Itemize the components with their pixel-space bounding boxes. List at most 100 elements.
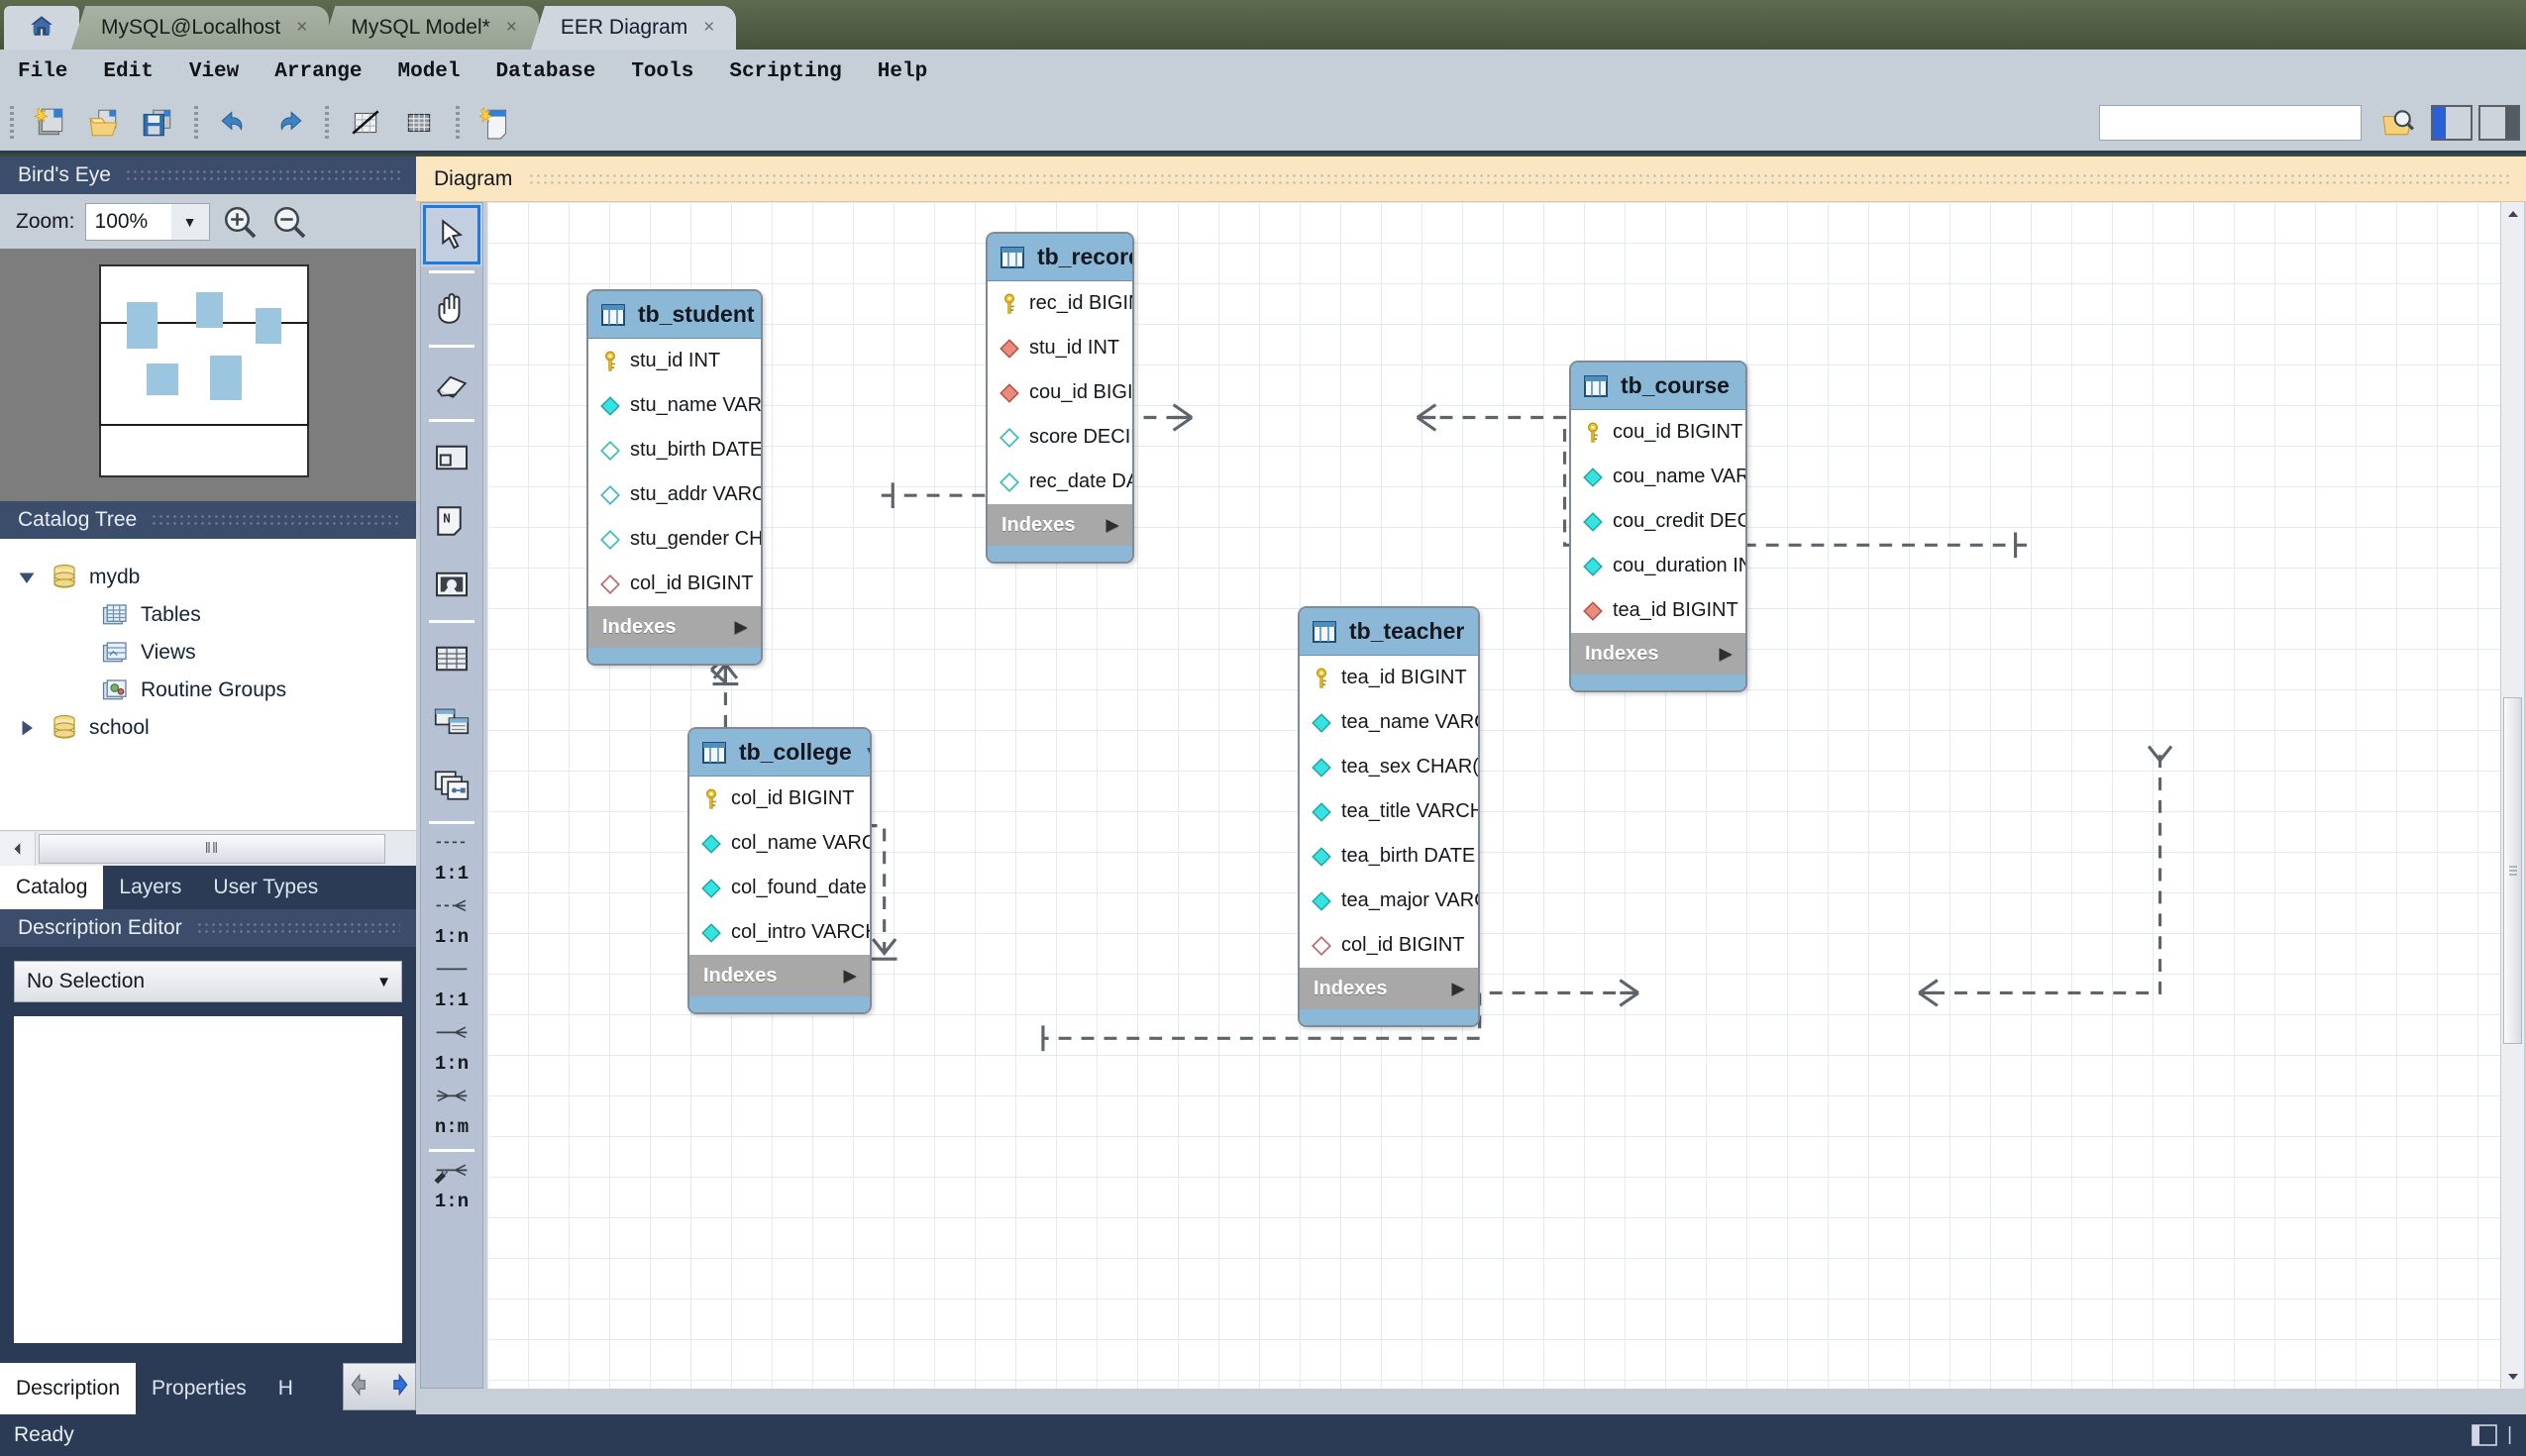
er-table-tb_teacher[interactable]: tb_teacher▼tea_id BIGINTtea_name VARCHAR…	[1298, 606, 1480, 1027]
nav-back-icon[interactable]	[349, 1372, 374, 1403]
relationship-pick-columns[interactable]: 1:n	[421, 1156, 482, 1219]
routine-group-tool[interactable]	[421, 754, 482, 817]
menu-item-arrange[interactable]: Arrange	[257, 50, 379, 94]
scroll-up-arrow[interactable]	[2501, 202, 2524, 226]
diagram-tab-label[interactable]: Diagram	[434, 167, 512, 191]
catalog-horizontal-scrollbar[interactable]: ‖‖	[0, 830, 416, 866]
er-column[interactable]: col_id BIGINT	[1300, 923, 1478, 968]
er-column[interactable]: col_id BIGINT	[588, 562, 761, 606]
save-model-icon[interactable]	[135, 100, 180, 146]
open-model-icon[interactable]	[81, 100, 127, 146]
eraser-tool[interactable]	[421, 352, 482, 415]
find-icon[interactable]	[2375, 100, 2421, 146]
table-tool[interactable]	[421, 627, 482, 690]
er-column[interactable]: tea_title VARCHAR(20)	[1300, 789, 1478, 834]
chevron-right-icon[interactable]: ▶	[735, 617, 747, 637]
er-column[interactable]: col_name VARCHAR(50)	[689, 821, 870, 866]
er-column[interactable]: col_found_date DATE	[689, 866, 870, 910]
twisty-collapsed-icon[interactable]	[14, 719, 40, 737]
status-panel-icon[interactable]: |	[2472, 1424, 2512, 1446]
new-eer-diagram-icon[interactable]	[474, 100, 519, 146]
catalog-tab-catalog[interactable]: Catalog	[0, 866, 103, 909]
relationship-1-1-non-identifying[interactable]: 1:1	[421, 955, 482, 1018]
catalog-tree-item-routine-groups[interactable]: Routine Groups	[0, 672, 416, 709]
new-model-icon[interactable]	[28, 100, 73, 146]
relationship-1-n-non-identifying[interactable]: 1:n	[421, 1018, 482, 1082]
menu-item-view[interactable]: View	[171, 50, 257, 94]
er-table-tb_college[interactable]: tb_college▼col_id BIGINTcol_name VARCHAR…	[687, 727, 872, 1014]
er-indexes-section[interactable]: Indexes▶	[988, 504, 1132, 546]
zoom-in-icon[interactable]	[220, 202, 260, 242]
menu-item-tools[interactable]: Tools	[613, 50, 711, 94]
image-tool[interactable]	[421, 553, 482, 616]
description-text-area[interactable]	[14, 1016, 402, 1343]
toggle-page-guides-icon[interactable]	[396, 100, 442, 146]
relationship-1-1-identifying[interactable]: 1:1	[421, 828, 482, 891]
er-column[interactable]: stu_addr VARCHAR(100)	[588, 472, 761, 517]
twisty-expanded-icon[interactable]	[14, 569, 40, 586]
bottom-tab-properties[interactable]: Properties	[136, 1363, 263, 1414]
menu-item-database[interactable]: Database	[478, 50, 614, 94]
bottom-tab-h[interactable]: H	[263, 1363, 309, 1414]
scroll-thumb[interactable]	[2503, 697, 2522, 1044]
hand-tool[interactable]	[421, 277, 482, 341]
er-indexes-section[interactable]: Indexes▶	[1300, 968, 1478, 1009]
er-column[interactable]: cou_name VARCHAR(50)	[1571, 455, 1745, 499]
relationship-n-m[interactable]: n:m	[421, 1082, 482, 1145]
er-table-tb_course[interactable]: tb_course▼cou_id BIGINTcou_name VARCHAR(…	[1569, 361, 1747, 692]
er-column[interactable]: stu_gender CHAR(1)	[588, 517, 761, 562]
menu-item-model[interactable]: Model	[379, 50, 477, 94]
er-table-tb_student[interactable]: tb_student▼stu_id INTstu_name VARCHAR(10…	[586, 289, 763, 666]
catalog-tree-item-mydb[interactable]: mydb	[0, 559, 416, 596]
catalog-tree[interactable]: mydbTablesViewsRoutine Groupsschool ‖‖	[0, 539, 416, 866]
er-column[interactable]: cou_credit DECIMAL(2,1)	[1571, 499, 1745, 544]
er-column[interactable]: tea_birth DATE	[1300, 834, 1478, 879]
left-sidebar-toggle[interactable]	[2431, 105, 2473, 141]
window-tab-0[interactable]: MySQL@Localhost×	[71, 6, 329, 50]
er-table-header[interactable]: tb_teacher▼	[1300, 608, 1478, 656]
eer-canvas[interactable]: tb_student▼ stu_id INT stu_name VARCHAR(10…	[487, 202, 2500, 1389]
er-indexes-section[interactable]: Indexes▶	[588, 606, 761, 648]
er-table-header[interactable]: tb_college▼	[689, 729, 870, 777]
chevron-right-icon[interactable]: ▶	[1720, 644, 1732, 664]
pointer-tool[interactable]	[421, 203, 482, 266]
er-indexes-section[interactable]: Indexes▶	[1571, 633, 1745, 675]
birds-eye-view[interactable]	[0, 249, 416, 501]
chevron-right-icon[interactable]: ▶	[844, 966, 856, 986]
scroll-left-arrow[interactable]	[0, 832, 36, 866]
er-column[interactable]: stu_name VARCHAR(10)	[588, 383, 761, 428]
selection-dropdown[interactable]: No Selection ▼	[14, 961, 402, 1002]
er-column[interactable]: score DECIMAL(4,1)	[988, 415, 1132, 460]
view-tool[interactable]	[421, 690, 482, 754]
menu-item-file[interactable]: File	[0, 50, 85, 94]
er-table-tb_record[interactable]: tb_record▼rec_id BIGINTstu_id INTcou_id …	[986, 232, 1134, 564]
close-icon[interactable]: ×	[506, 17, 517, 39]
menu-item-edit[interactable]: Edit	[85, 50, 170, 94]
chevron-down-icon[interactable]: ▼	[1476, 622, 1480, 642]
er-column[interactable]: rec_date DATETIME	[988, 460, 1132, 504]
zoom-select[interactable]: 100% ▼	[85, 203, 210, 241]
er-table-header[interactable]: tb_course▼	[1571, 363, 1745, 410]
catalog-tab-user-types[interactable]: User Types	[197, 866, 334, 909]
relationship-1-n-identifying[interactable]: 1:n	[421, 891, 482, 955]
er-column[interactable]: stu_id INT	[988, 326, 1132, 370]
er-column[interactable]: tea_major VARCHAR(500)	[1300, 879, 1478, 923]
canvas-vertical-scrollbar[interactable]	[2500, 202, 2524, 1389]
close-icon[interactable]: ×	[296, 17, 307, 39]
right-sidebar-toggle[interactable]	[2478, 105, 2520, 141]
window-tab-1[interactable]: MySQL Model*×	[321, 6, 539, 50]
chevron-right-icon[interactable]: ▶	[1106, 515, 1118, 535]
er-column[interactable]: stu_birth DATE	[588, 428, 761, 472]
undo-icon[interactable]	[212, 100, 258, 146]
er-column[interactable]: col_id BIGINT	[689, 777, 870, 821]
redo-icon[interactable]	[265, 100, 311, 146]
catalog-tree-item-tables[interactable]: Tables	[0, 596, 416, 634]
catalog-tree-item-school[interactable]: school	[0, 709, 416, 747]
search-input[interactable]	[2099, 105, 2362, 141]
close-icon[interactable]: ×	[703, 17, 714, 39]
toggle-grid-icon[interactable]	[343, 100, 388, 146]
er-table-header[interactable]: tb_student▼	[588, 291, 761, 339]
home-tab[interactable]	[4, 6, 79, 50]
nav-forward-icon[interactable]	[384, 1372, 410, 1403]
er-column[interactable]: cou_id BIGINT	[1571, 410, 1745, 455]
